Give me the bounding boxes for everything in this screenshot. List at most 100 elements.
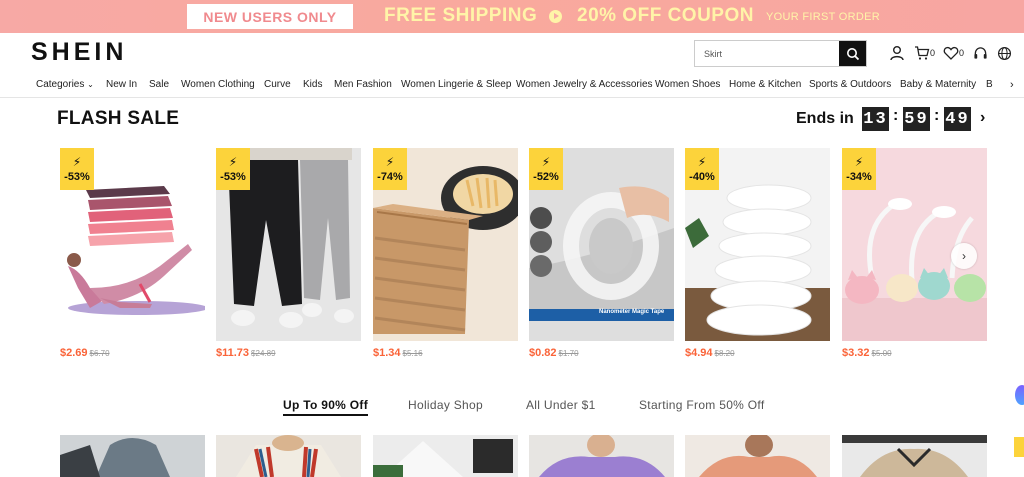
chat-assistant-icon[interactable] (1015, 385, 1024, 405)
search-input[interactable] (695, 41, 841, 66)
chevron-down-icon: ⌄ (87, 80, 94, 89)
promo-banner[interactable]: NEW USERS ONLY FREE SHIPPING 20% OFF COU… (0, 0, 1024, 33)
nav-home-kitchen[interactable]: Home & Kitchen (729, 79, 801, 90)
search-button[interactable] (839, 41, 866, 66)
sale-price: $4.94 (685, 347, 713, 359)
original-price: $1.70 (558, 349, 579, 358)
product-thumbnail[interactable] (842, 435, 987, 477)
globe-icon (998, 46, 1012, 60)
image-caption: Nanometer Magic Tape (599, 309, 665, 315)
headset-icon (974, 46, 987, 59)
product-price: $3.32 $5.00 (842, 347, 892, 359)
product-image (842, 435, 987, 477)
product-price: $2.69 $6.70 (60, 347, 110, 359)
product-card[interactable]: ⚡︎ -53% (60, 148, 205, 341)
nav-women-shoes[interactable]: Women Shoes (655, 79, 720, 90)
sale-price: $2.69 (60, 347, 88, 359)
first-order-text: YOUR FIRST ORDER (766, 11, 880, 23)
tab-holiday-shop[interactable]: Holiday Shop (408, 398, 483, 412)
tab-starting-from-50-off[interactable]: Starting From 50% Off (639, 398, 764, 412)
product-thumbnail[interactable] (216, 435, 361, 477)
nav-curve[interactable]: Curve (264, 79, 291, 90)
cart-button[interactable]: 0 (914, 45, 935, 61)
product-card[interactable]: ⚡︎ -53% (216, 148, 361, 341)
nav-men-fashion[interactable]: Men Fashion (334, 79, 392, 90)
tab-all-under-1[interactable]: All Under $1 (526, 398, 596, 412)
language-button[interactable] (997, 46, 1012, 61)
chevron-right-icon: › (962, 249, 966, 263)
chevron-right-icon[interactable]: › (1010, 79, 1014, 91)
discount-percent: -53% (220, 170, 246, 183)
original-price: $5.16 (402, 349, 423, 358)
search-box (694, 40, 867, 67)
lightning-icon: ⚡︎ (697, 154, 707, 169)
account-button[interactable] (889, 45, 905, 61)
lightning-icon: ⚡︎ (854, 154, 864, 169)
countdown-separator: : (934, 107, 940, 124)
product-image (216, 435, 361, 477)
product-price: $4.94 $8.20 (685, 347, 735, 359)
discount-percent: -74% (377, 170, 403, 183)
sale-price: $3.32 (842, 347, 870, 359)
discount-badge: ⚡︎ -74% (373, 148, 407, 190)
floating-promo-icon[interactable] (1014, 437, 1024, 457)
ends-in-label: Ends in (796, 110, 854, 127)
original-price: $8.20 (714, 349, 735, 358)
sale-price: $1.34 (373, 347, 401, 359)
countdown-hours: 13 (862, 107, 889, 131)
user-icon (890, 46, 904, 61)
discount-percent: -40% (689, 170, 715, 183)
tab-up-to-90-off[interactable]: Up To 90% Off (283, 398, 369, 416)
sale-price: $11.73 (216, 347, 250, 359)
discount-percent: -34% (846, 170, 872, 183)
support-button[interactable] (973, 46, 988, 61)
discount-badge: ⚡︎ -53% (216, 148, 250, 190)
category-nav: Categories ⌄ New In Sale Women Clothing … (0, 74, 1024, 98)
product-thumbnail[interactable] (373, 435, 518, 477)
nav-categories[interactable]: Categories ⌄ (36, 79, 94, 90)
wishlist-button[interactable]: 0 (943, 45, 964, 61)
lightning-icon: ⚡︎ (72, 154, 82, 169)
nav-women-jewelry-accessories[interactable]: Women Jewelry & Accessories (516, 79, 653, 90)
discount-badge: ⚡︎ -53% (60, 148, 94, 190)
shein-logo[interactable]: SHEIN (31, 38, 127, 67)
carousel-next-button[interactable]: › (951, 243, 977, 269)
countdown-separator: : (893, 107, 899, 124)
product-card[interactable]: ⚡︎ -74% (373, 148, 518, 341)
nav-baby-maternity[interactable]: Baby & Maternity (900, 79, 976, 90)
sale-price: $0.82 (529, 347, 557, 359)
original-price: $5.00 (871, 349, 892, 358)
countdown-seconds: 49 (944, 107, 971, 131)
nav-kids[interactable]: Kids (303, 79, 322, 90)
heart-icon (943, 46, 959, 60)
discount-percent: -53% (64, 170, 90, 183)
nav-truncated-item[interactable]: B (986, 79, 993, 90)
original-price: $6.70 (89, 349, 110, 358)
product-image (685, 435, 830, 477)
discount-badge: ⚡︎ -40% (685, 148, 719, 190)
coupon-text: 20% OFF COUPON (577, 5, 754, 26)
product-card[interactable]: ⚡︎ -40% (685, 148, 830, 341)
product-card[interactable]: ⚡︎ -52% Nanometer Magic Tape (529, 148, 674, 341)
product-thumbnail[interactable] (529, 435, 674, 477)
product-image (60, 435, 205, 477)
chevron-right-icon[interactable]: › (980, 109, 985, 127)
product-image (373, 435, 518, 477)
lightning-icon: ⚡︎ (385, 154, 395, 169)
new-users-label: NEW USERS ONLY (187, 4, 353, 29)
countdown-minutes: 59 (903, 107, 930, 131)
nav-women-clothing[interactable]: Women Clothing (181, 79, 255, 90)
nav-new-in[interactable]: New In (106, 79, 137, 90)
cart-count: 0 (930, 48, 936, 58)
nav-sports-outdoors[interactable]: Sports & Outdoors (809, 79, 891, 90)
nav-women-lingerie-sleep[interactable]: Women Lingerie & Sleep (401, 79, 511, 90)
lightning-icon: ⚡︎ (228, 154, 238, 169)
discount-percent: -52% (533, 170, 559, 183)
free-shipping-text: FREE SHIPPING (384, 5, 538, 26)
original-price: $24.89 (251, 349, 276, 358)
product-thumbnail[interactable] (685, 435, 830, 477)
nav-sale[interactable]: Sale (149, 79, 169, 90)
search-icon (846, 47, 859, 60)
nav-categories-label: Categories (36, 79, 85, 90)
product-thumbnail[interactable] (60, 435, 205, 477)
